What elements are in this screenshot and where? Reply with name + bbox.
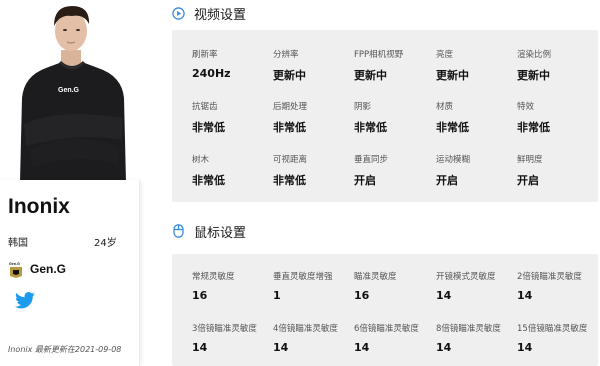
setting-value: 14	[354, 341, 370, 354]
setting-vsync: 垂直同步 开启	[354, 153, 438, 188]
setting-label: 亮度	[436, 50, 454, 60]
setting-value: 非常低	[354, 121, 387, 134]
mouse-4x-scope-sensitivity: 4倍镜瞄准灵敏度 14	[273, 322, 357, 354]
setting-label: 常规灵敏度	[192, 272, 235, 282]
setting-resolution: 分辨率 更新中	[273, 48, 357, 83]
setting-label: 阴影	[354, 102, 372, 112]
setting-label: 抗锯齿	[192, 102, 218, 112]
setting-sharpness: 鲜明度 开启	[517, 153, 600, 188]
mouse-settings-header: 鼠标设置	[172, 221, 246, 241]
mouse-3x-scope-sensitivity: 3倍镜瞄准灵敏度 14	[192, 322, 276, 354]
setting-refresh-rate: 刷新率 240Hz	[192, 48, 276, 80]
setting-value: 非常低	[273, 121, 306, 134]
setting-value: 1	[273, 289, 281, 302]
setting-label: 8倍镜瞄准灵敏度	[436, 324, 501, 334]
player-name: Inonix	[8, 195, 70, 218]
play-circle-icon	[172, 6, 185, 20]
mouse-6x-scope-sensitivity: 6倍镜瞄准灵敏度 14	[354, 322, 438, 354]
setting-fpp-fov: FPP相机视野 更新中	[354, 48, 438, 83]
setting-value: 非常低	[273, 174, 306, 187]
setting-textures: 材质 非常低	[436, 100, 520, 135]
setting-label: 渲染比例	[517, 50, 552, 60]
video-settings-header: 视频设置	[172, 3, 246, 23]
setting-label: 鲜明度	[517, 155, 543, 165]
player-photo: Gen.G	[0, 0, 145, 182]
setting-foliage: 树木 非常低	[192, 153, 276, 188]
team-row[interactable]: Gen.G Gen.G	[8, 258, 66, 280]
setting-value: 开启	[436, 174, 458, 187]
setting-value: 开启	[517, 174, 539, 187]
video-settings-title: 视频设置	[194, 7, 247, 23]
setting-value: 非常低	[517, 121, 550, 134]
setting-label: 刷新率	[192, 50, 218, 60]
player-country: 韩国	[8, 238, 28, 249]
shirt-logo: Gen.G	[58, 87, 80, 94]
setting-label: 瞄准灵敏度	[354, 272, 397, 282]
setting-value: 更新中	[436, 69, 469, 82]
setting-label: 15倍镜瞄准灵敏度	[517, 324, 588, 334]
setting-value: 非常低	[192, 174, 225, 187]
setting-value: 非常低	[192, 121, 225, 134]
setting-render-scale: 渲染比例 更新中	[517, 48, 600, 83]
setting-label: 后期处理	[273, 102, 308, 112]
setting-label: 垂直同步	[354, 155, 389, 165]
setting-label: 运动模糊	[436, 155, 471, 165]
setting-value: 更新中	[354, 69, 387, 82]
setting-value: 开启	[354, 174, 376, 187]
setting-label: 特效	[517, 102, 535, 112]
setting-label: 4倍镜瞄准灵敏度	[273, 324, 338, 334]
setting-value: 14	[517, 341, 533, 354]
setting-anti-aliasing: 抗锯齿 非常低	[192, 100, 276, 135]
setting-value: 14	[436, 341, 452, 354]
setting-value: 16	[354, 289, 370, 302]
mouse-aim-sensitivity: 瞄准灵敏度 16	[354, 270, 438, 302]
team-logo-icon: Gen.G	[9, 262, 22, 278]
mouse-settings-title: 鼠标设置	[194, 225, 247, 241]
setting-value: 16	[192, 289, 208, 302]
setting-value: 更新中	[517, 69, 550, 82]
video-settings-panel: 刷新率 240Hz 分辨率 更新中 FPP相机视野 更新中 亮度 更新中 渲染比…	[172, 30, 598, 202]
setting-value: 14	[273, 341, 289, 354]
setting-motion-blur: 运动模糊 开启	[436, 153, 520, 188]
mouse-2x-scope-sensitivity: 2倍镜瞄准灵敏度 14	[517, 270, 600, 302]
last-updated: Inonix 最新更新在2021-09-08	[8, 345, 122, 354]
setting-brightness: 亮度 更新中	[436, 48, 520, 83]
player-photo-illustration: Gen.G	[20, 6, 126, 182]
mouse-8x-scope-sensitivity: 8倍镜瞄准灵敏度 14	[436, 322, 520, 354]
setting-label: 3倍镜瞄准灵敏度	[192, 324, 257, 334]
mouse-settings-panel: 常规灵敏度 16 垂直灵敏度增强 1 瞄准灵敏度 16 开镜模式灵敏度 14 2…	[172, 254, 598, 366]
mouse-15x-scope-sensitivity: 15倍镜瞄准灵敏度 14	[517, 322, 600, 354]
setting-shadows: 阴影 非常低	[354, 100, 438, 135]
setting-value: 240Hz	[192, 67, 231, 80]
setting-label: 树木	[192, 155, 210, 165]
setting-value: 14	[436, 289, 452, 302]
setting-label: 2倍镜瞄准灵敏度	[517, 272, 582, 282]
mouse-icon	[173, 224, 184, 238]
team-name: Gen.G	[30, 262, 67, 276]
setting-label: 垂直灵敏度增强	[273, 272, 333, 282]
setting-view-distance: 可视距离 非常低	[273, 153, 357, 188]
team-logo-wordmark: Gen.G	[9, 262, 20, 266]
setting-value: 非常低	[436, 121, 469, 134]
mouse-general-sensitivity: 常规灵敏度 16	[192, 270, 276, 302]
setting-label: 6倍镜瞄准灵敏度	[354, 324, 419, 334]
player-age: 24岁	[94, 238, 117, 249]
setting-label: FPP相机视野	[354, 50, 404, 60]
setting-value: 14	[517, 289, 533, 302]
setting-value: 14	[192, 341, 208, 354]
mouse-vertical-multiplier: 垂直灵敏度增强 1	[273, 270, 357, 302]
twitter-icon[interactable]	[14, 292, 36, 310]
mouse-ads-sensitivity: 开镜模式灵敏度 14	[436, 270, 520, 302]
setting-post-processing: 后期处理 非常低	[273, 100, 357, 135]
setting-value: 更新中	[273, 69, 306, 82]
setting-label: 分辨率	[273, 50, 299, 60]
setting-label: 开镜模式灵敏度	[436, 272, 496, 282]
setting-label: 可视距离	[273, 155, 308, 165]
setting-effects: 特效 非常低	[517, 100, 600, 135]
setting-label: 材质	[436, 102, 454, 112]
